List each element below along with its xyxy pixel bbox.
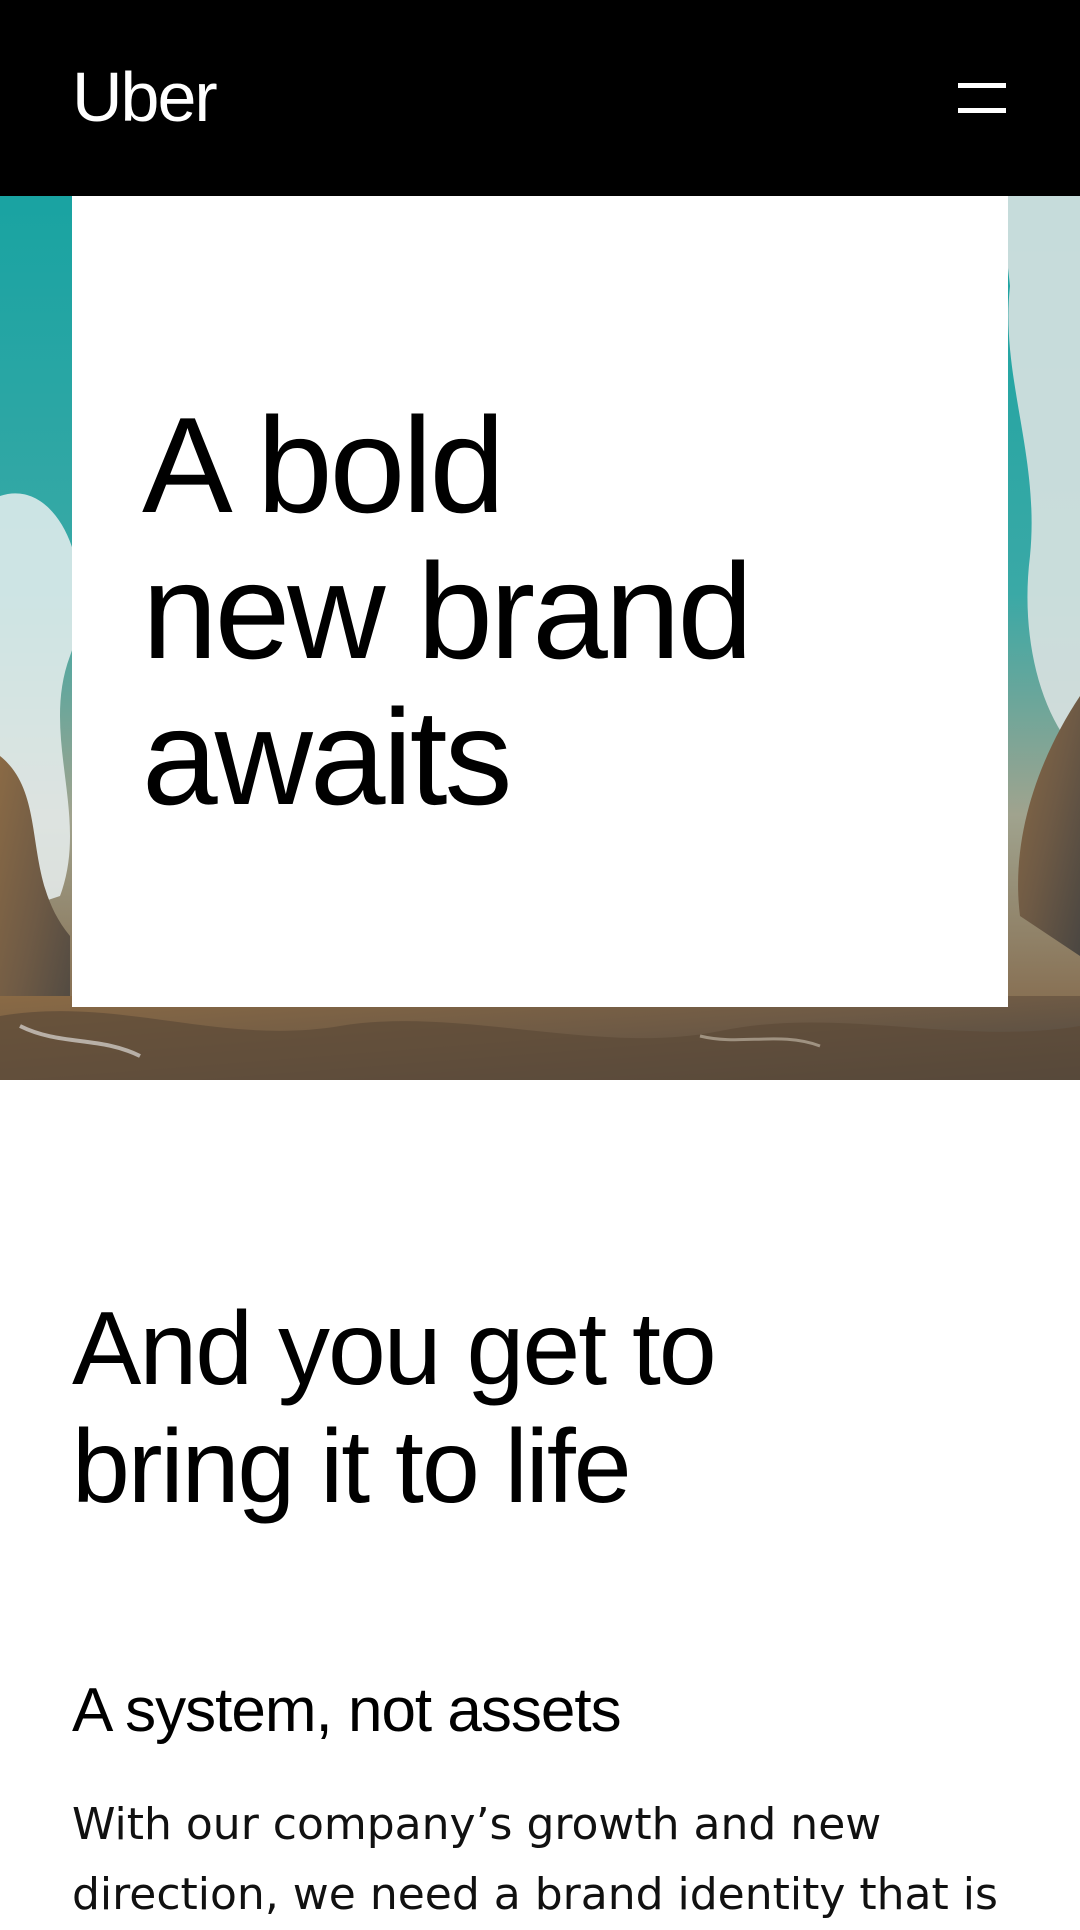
hamburger-menu-icon <box>958 83 1006 88</box>
section-body-text: With our company’s growth and new direct… <box>72 1799 998 1920</box>
menu-button[interactable] <box>948 70 1012 126</box>
hamburger-menu-icon-bar <box>958 108 1006 113</box>
hero-title: A bold new brand awaits <box>142 389 753 833</box>
hero-card: A bold new brand awaits <box>72 196 1008 1007</box>
section-title: And you get to bring it to life <box>72 1291 717 1525</box>
section-subheading: A system, not assets <box>72 1676 622 1745</box>
uber-logo[interactable]: Uber <box>72 62 218 132</box>
hero-section: A bold new brand awaits <box>0 196 1080 1080</box>
site-header: Uber <box>0 0 1080 196</box>
